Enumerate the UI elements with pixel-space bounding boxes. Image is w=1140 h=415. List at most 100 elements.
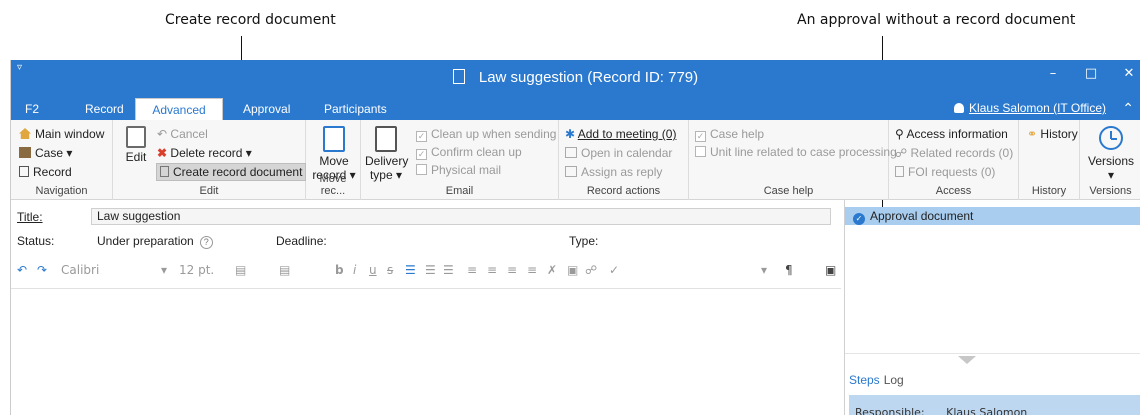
close-button[interactable]: ✕ bbox=[1122, 66, 1136, 81]
access-information-button[interactable]: ⚲ Access information bbox=[895, 127, 1008, 141]
undo-icon[interactable]: ↶ bbox=[17, 263, 27, 277]
delete-record-button[interactable]: ✖ Delete record ▾ bbox=[157, 146, 252, 160]
chevron-down-icon[interactable]: ▾ bbox=[761, 263, 767, 277]
status-value: Under preparation? bbox=[97, 234, 213, 249]
document-editor[interactable] bbox=[11, 288, 841, 415]
edit-button[interactable]: Edit bbox=[121, 126, 151, 164]
numbered-list-icon[interactable]: ≡ bbox=[487, 263, 497, 277]
responsible-label: Responsible: bbox=[855, 406, 925, 415]
approval-document-label: Approval document bbox=[870, 209, 974, 223]
unit-line-checkbox[interactable]: Unit line related to case processing bbox=[695, 145, 897, 159]
link-icon[interactable]: ☍ bbox=[585, 263, 597, 277]
indent-icon[interactable]: ≡ bbox=[527, 263, 537, 277]
minimize-button[interactable]: – bbox=[1046, 66, 1060, 81]
application-window: ▿ Law suggestion (Record ID: 779) – □ ✕ … bbox=[10, 60, 1140, 415]
unit-line-label: Unit line related to case processing bbox=[710, 145, 897, 159]
group-email: Delivery type ▾ ✓ Clean up when sending ✓ C… bbox=[361, 120, 559, 200]
group-versions: Versions ▾ Versions bbox=[1080, 120, 1140, 200]
collapse-triangle-icon[interactable] bbox=[958, 356, 976, 364]
callout-approval-without-record: An approval without a record document bbox=[797, 12, 1076, 28]
physical-mail-checkbox[interactable]: Physical mail bbox=[416, 163, 501, 177]
outdent-icon[interactable]: ≡ bbox=[507, 263, 517, 277]
undo-icon: ↶ bbox=[157, 127, 168, 141]
tab-record[interactable]: Record bbox=[83, 98, 126, 120]
bold-icon[interactable]: b bbox=[335, 263, 344, 277]
align-center-icon[interactable]: ☰ bbox=[425, 263, 436, 277]
help-icon[interactable]: ? bbox=[199, 236, 213, 249]
tab-approval[interactable]: Approval bbox=[241, 98, 292, 120]
spellcheck-icon[interactable]: ✓ bbox=[609, 263, 619, 277]
add-to-meeting-button[interactable]: ✱ Add to meeting (0) bbox=[565, 127, 676, 141]
record-nav-button[interactable]: Record bbox=[19, 165, 72, 179]
related-records-label: Related records (0) bbox=[910, 146, 1014, 160]
new-document-icon bbox=[160, 166, 169, 177]
confirm-clean-checkbox[interactable]: ✓ Confirm clean up bbox=[416, 145, 522, 160]
font-size-select[interactable]: 12 pt. bbox=[179, 263, 214, 277]
user-link[interactable]: Klaus Salomon (IT Office) bbox=[954, 101, 1106, 115]
versions-button[interactable]: Versions ▾ bbox=[1084, 126, 1138, 182]
case-help-label: Case help bbox=[710, 127, 765, 141]
cancel-label: Cancel bbox=[170, 127, 208, 141]
group-case-help: ✓ Case help Unit line related to case pro… bbox=[689, 120, 897, 200]
maximize-button[interactable]: □ bbox=[1084, 66, 1098, 81]
meeting-icon: ✱ bbox=[565, 127, 576, 141]
approval-document-item[interactable]: ✓ Approval document bbox=[845, 207, 1140, 225]
document-icon bbox=[452, 69, 465, 84]
highlight-color-icon[interactable]: ▤ bbox=[235, 263, 246, 277]
underline-icon[interactable]: u bbox=[369, 263, 377, 277]
format-toolbar: ↶ ↷ Calibri ▾ 12 pt. ▤ ▤ b i u s ☰ ☰ ☰ ≡… bbox=[15, 260, 836, 282]
tab-advanced[interactable]: Advanced bbox=[135, 98, 223, 120]
paragraph-marks-icon[interactable]: ¶ bbox=[785, 263, 793, 277]
clean-up-checkbox[interactable]: ✓ Clean up when sending bbox=[416, 127, 556, 142]
foi-requests-label: FOI requests (0) bbox=[908, 165, 996, 179]
tab-log[interactable]: Log bbox=[884, 373, 904, 387]
bullet-list-icon[interactable]: ≡ bbox=[467, 263, 477, 277]
navigation-group-label: Navigation bbox=[35, 185, 88, 197]
main-window-button[interactable]: Main window bbox=[19, 127, 104, 141]
case-help-checkbox[interactable]: ✓ Case help bbox=[695, 127, 764, 142]
edit-pen-icon bbox=[126, 126, 146, 148]
assign-as-reply-label: Assign as reply bbox=[581, 165, 663, 179]
responsible-row: Responsible: Klaus Salomon bbox=[849, 395, 1140, 415]
move-group-label: Move rec... bbox=[319, 173, 347, 197]
access-information-label: Access information bbox=[906, 127, 1008, 141]
record-actions-group-label: Record actions bbox=[586, 185, 661, 197]
image-icon[interactable]: ▣ bbox=[567, 263, 578, 277]
checkbox-icon bbox=[416, 164, 427, 175]
redo-icon[interactable]: ↷ bbox=[37, 263, 47, 277]
foi-requests-button[interactable]: FOI requests (0) bbox=[895, 165, 995, 179]
assign-as-reply-button[interactable]: Assign as reply bbox=[565, 165, 662, 179]
key-icon: ⚲ bbox=[895, 127, 904, 141]
tab-steps[interactable]: Steps bbox=[849, 373, 880, 387]
record-form: Title: Law suggestion Status: Under prep… bbox=[11, 200, 841, 415]
related-records-button[interactable]: ☍ Related records (0) bbox=[895, 146, 1013, 160]
tab-f2[interactable]: F2 bbox=[23, 98, 41, 120]
group-edit: Edit ↶ Cancel ✖ Delete record ▾ Create r… bbox=[113, 120, 307, 200]
title-label: Title: bbox=[17, 210, 43, 224]
history-button[interactable]: ⚭ History bbox=[1027, 127, 1078, 141]
create-record-document-button[interactable]: Create record document bbox=[156, 163, 307, 181]
cancel-button[interactable]: ↶ Cancel bbox=[157, 127, 208, 141]
status-text: Under preparation bbox=[97, 234, 194, 248]
chevron-down-icon[interactable]: ▾ bbox=[161, 263, 167, 277]
font-color-icon[interactable]: ▤ bbox=[279, 263, 290, 277]
align-right-icon[interactable]: ☰ bbox=[443, 263, 454, 277]
italic-icon[interactable]: i bbox=[353, 263, 356, 277]
delivery-type-button[interactable]: Delivery type ▾ bbox=[365, 126, 408, 182]
record-label: Record bbox=[33, 165, 72, 179]
collapse-ribbon-icon[interactable]: ⌃ bbox=[1122, 100, 1134, 117]
status-label: Status: bbox=[17, 234, 55, 248]
clear-format-icon[interactable]: ✗ bbox=[547, 263, 557, 277]
align-left-icon[interactable]: ☰ bbox=[405, 263, 416, 277]
open-in-calendar-button[interactable]: Open in calendar bbox=[565, 146, 672, 160]
font-select[interactable]: Calibri bbox=[61, 263, 99, 277]
expand-icon[interactable]: ▣ bbox=[825, 263, 836, 277]
group-navigation: Main window Case ▾ Record Navigation bbox=[11, 120, 113, 200]
title-bar: ▿ Law suggestion (Record ID: 779) – □ ✕ bbox=[11, 60, 1140, 98]
title-field[interactable]: Law suggestion bbox=[91, 208, 831, 225]
group-move: Move record ▾ Move rec... bbox=[306, 120, 361, 200]
strikethrough-icon[interactable]: s bbox=[387, 263, 393, 277]
tab-participants[interactable]: Participants bbox=[322, 98, 389, 120]
main-window-label: Main window bbox=[35, 127, 105, 141]
case-button[interactable]: Case ▾ bbox=[19, 146, 72, 160]
